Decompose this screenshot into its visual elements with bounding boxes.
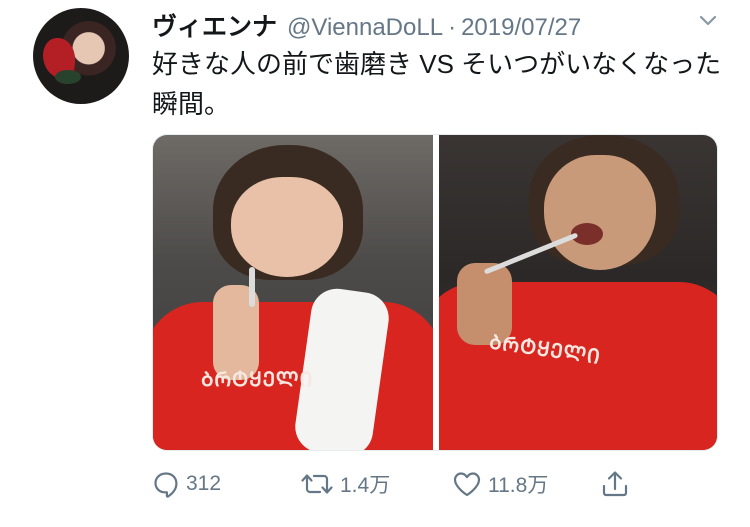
tweet: ヴィエンナ @ViennaDoLL · 2019/07/27 好きな人の前で歯磨… xyxy=(0,0,750,527)
face xyxy=(231,177,343,277)
toothbrush xyxy=(249,267,255,307)
reply-count: 312 xyxy=(186,472,222,495)
tweet-date[interactable]: 2019/07/27 xyxy=(461,14,581,42)
chevron-down-icon[interactable] xyxy=(698,12,718,30)
user-handle[interactable]: @ViennaDoLL xyxy=(287,14,443,42)
photo-brushing-alone[interactable]: ᲑᲠᲢᲧᲔᲚᲘ xyxy=(439,135,717,450)
reply-button[interactable]: 312 xyxy=(152,466,221,502)
heart-icon xyxy=(452,470,482,498)
separator-dot: · xyxy=(448,14,457,41)
retweet-count: 1.4万 xyxy=(340,474,391,497)
like-count: 11.8万 xyxy=(488,474,549,497)
shirt-print: ᲑᲠᲢᲧᲔᲚᲘ xyxy=(201,367,314,391)
media-grid: ᲑᲠᲢᲧᲔᲚᲘ ᲑᲠᲢᲧᲔᲚᲘ xyxy=(152,134,718,451)
retweet-icon xyxy=(300,470,334,498)
leaf-graphic xyxy=(55,70,81,84)
photo-brushing-in-front[interactable]: ᲑᲠᲢᲧᲔᲚᲘ xyxy=(153,135,433,450)
avatar[interactable] xyxy=(33,8,129,104)
like-button[interactable]: 11.8万 xyxy=(452,466,548,502)
tweet-header: ヴィエンナ @ViennaDoLL · 2019/07/27 xyxy=(152,7,581,42)
share-icon xyxy=(600,469,630,499)
display-name[interactable]: ヴィエンナ xyxy=(152,7,277,43)
tweet-actions: 312 1.4万 11.8万 xyxy=(152,466,652,502)
retweet-button[interactable]: 1.4万 xyxy=(300,466,390,502)
tweet-text: 好きな人の前で歯磨き VS そいつがいなくなった瞬間。 xyxy=(152,49,722,119)
share-button[interactable] xyxy=(600,466,630,502)
reply-icon xyxy=(152,470,180,498)
face xyxy=(544,155,656,270)
